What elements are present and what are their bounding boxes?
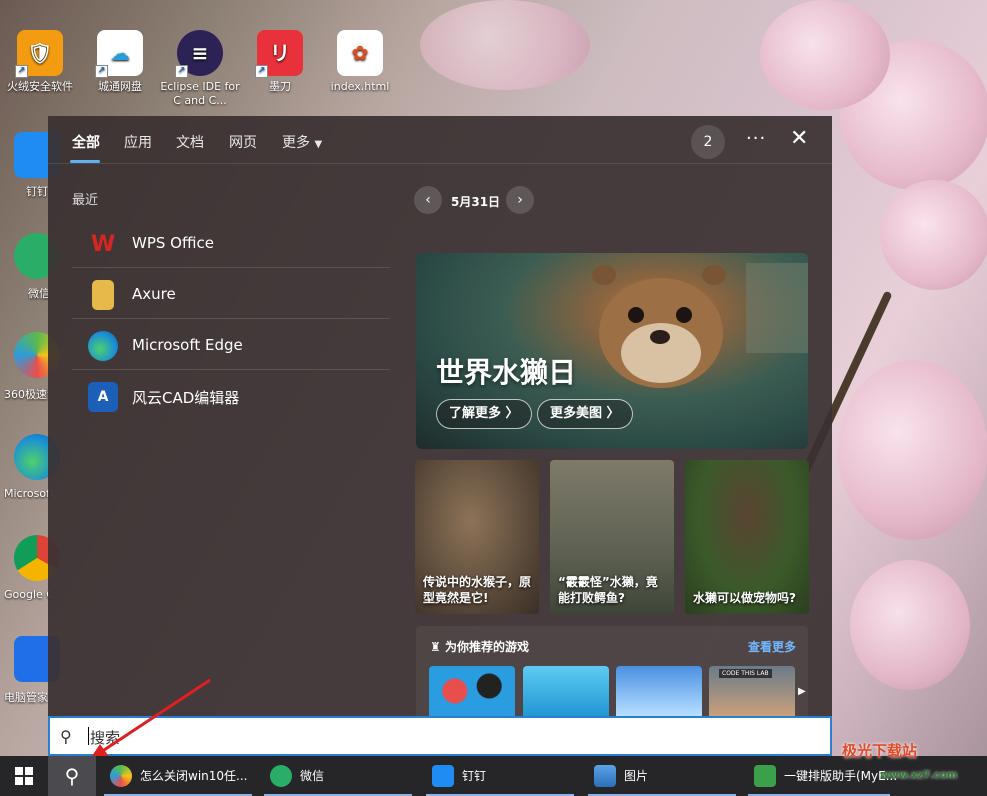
taskbar-item-wechat[interactable]: 微信 [260, 756, 416, 796]
recent-app-name: Microsoft Edge [132, 336, 243, 354]
news-card-title: “霰霰怪”水獭，竟能打败鳄鱼? [558, 575, 658, 605]
edge-icon [88, 331, 118, 361]
taskbar-item-label: 图片 [624, 769, 649, 783]
dingtalk-icon [432, 765, 454, 787]
cad-icon: A [88, 382, 118, 412]
blossom-decoration [420, 0, 590, 90]
desktop-icon-label: 墨刀 [269, 80, 291, 93]
hero-card[interactable]: 世界水獭日 了解更多 〉 更多美图 〉 [416, 253, 808, 449]
wps-icon: W [90, 231, 116, 257]
news-card[interactable]: 水獭可以做宠物吗? [685, 460, 809, 614]
blossom-decoration [880, 180, 987, 290]
blossom-decoration [838, 360, 987, 540]
news-card-title: 水獭可以做宠物吗? [693, 591, 796, 605]
taskbar-item-browser[interactable]: 怎么关闭win10任... [100, 756, 256, 796]
more-images-button[interactable]: 更多美图 〉 [537, 399, 633, 429]
recent-app-axure[interactable]: Axure [72, 269, 390, 319]
date-label: 5月31日 [451, 195, 501, 209]
modao-icon: リ ↗ [255, 30, 303, 78]
desktop-icon-label: 城通网盘 [98, 80, 142, 93]
desktop-icon-eclipse[interactable]: ≡ ↗ Eclipse IDE for C and C... [160, 30, 240, 108]
search-tabs: 全部 应用 文档 网页 更多 ▼ 2 ··· ✕ [48, 116, 832, 164]
desktop-icon-label: 360极速浏览器 [4, 388, 52, 401]
desktop-icon-label: Eclipse IDE for C and C... [160, 80, 240, 107]
close-icon[interactable]: ✕ [790, 128, 808, 150]
recent-app-wps[interactable]: W WPS Office [72, 218, 390, 268]
tab-documents[interactable]: 文档 [176, 132, 204, 152]
taskbar-search-icon[interactable]: ⚲ [48, 756, 96, 796]
desktop-icon-label: 电脑管家 [4, 691, 48, 704]
desktop-icon-label: 火绒安全软件 [7, 80, 73, 93]
rewards-badge[interactable]: 2 [691, 125, 725, 159]
taskbar-item-label: 钉钉 [462, 769, 487, 783]
desktop-icon-index-html[interactable]: ✿ index.html [320, 30, 400, 94]
desktop-icon-ctdisk[interactable]: ☁ ↗ 城通网盘 [80, 30, 160, 94]
taskbar-item-dingtalk[interactable]: 钉钉 [422, 756, 578, 796]
news-card[interactable]: 传说中的水猴子，原型竟然是它! [415, 460, 539, 614]
recent-app-name: WPS Office [132, 234, 214, 252]
games-heading: ♜ 为你推荐的游戏 [430, 638, 529, 655]
blossom-decoration [850, 560, 970, 690]
chevron-left-icon[interactable]: ‹ [414, 186, 442, 214]
chevron-right-icon[interactable]: › [506, 186, 534, 214]
taskbar-item-label: 怎么关闭win10任... [140, 769, 248, 783]
desktop-icon-huorong[interactable]: 🛡 ↗ 火绒安全软件 [0, 30, 80, 94]
photos-icon [594, 765, 616, 787]
view-more-link[interactable]: 查看更多 [748, 638, 796, 655]
gamepad-icon: ♜ [430, 640, 445, 654]
360-browser-icon [110, 765, 132, 787]
game-thumbnail[interactable] [429, 666, 515, 716]
desktop-icon-modao[interactable]: リ ↗ 墨刀 [240, 30, 320, 94]
shield-flame-icon: 🛡 ↗ [15, 30, 63, 78]
windows-start-icon[interactable] [0, 756, 48, 796]
desktop-icon-label: Microsoft Edge [4, 487, 52, 500]
recent-app-cad[interactable]: A 风云CAD编辑器 [72, 371, 390, 421]
games-heading-text: 为你推荐的游戏 [444, 640, 529, 654]
taskbar-item-photos[interactable]: 图片 [584, 756, 740, 796]
game-thumbnail[interactable] [616, 666, 702, 716]
learn-more-button[interactable]: 了解更多 〉 [436, 399, 532, 429]
news-card[interactable]: “霰霰怪”水獭，竟能打败鳄鱼? [550, 460, 674, 614]
tab-more[interactable]: 更多 ▼ [282, 132, 322, 152]
news-card-title: 传说中的水猴子，原型竟然是它! [423, 575, 532, 605]
blossom-decoration [760, 0, 890, 110]
eclipse-icon: ≡ ↗ [175, 30, 223, 78]
recent-app-name: 风云CAD编辑器 [132, 389, 240, 407]
active-tab-indicator [70, 160, 100, 163]
hero-title: 世界水獭日 [436, 356, 577, 389]
tab-more-label: 更多 [282, 135, 310, 151]
search-icon: ⚲ [60, 727, 72, 746]
game-thumbnail-label: CODE THIS LAB [719, 669, 772, 678]
tab-apps[interactable]: 应用 [124, 132, 152, 152]
taskbar-item-myeditor[interactable]: 一键排版助手(MyE... [744, 756, 897, 796]
game-thumbnail[interactable] [523, 666, 609, 716]
watermark-url: www.xz7.com [880, 770, 958, 781]
desktop-icon-label: Google Chrome [4, 588, 52, 601]
html-file-icon: ✿ [337, 30, 383, 76]
windows-logo [15, 767, 33, 785]
watermark-logo-text: 极光下载站 [842, 742, 918, 760]
chevron-right-icon[interactable]: ▶ [798, 686, 806, 697]
folder-icon [92, 280, 114, 310]
recent-app-name: Axure [132, 285, 176, 303]
chevron-down-icon: ▼ [314, 139, 323, 150]
game-thumbnail[interactable]: CODE THIS LAB [709, 666, 795, 716]
more-options-icon[interactable]: ··· [746, 128, 766, 149]
wechat-icon [270, 765, 292, 787]
search-panel: 全部 应用 文档 网页 更多 ▼ 2 ··· ✕ 最近 W WPS Office… [48, 116, 832, 716]
tab-web[interactable]: 网页 [229, 132, 257, 152]
recent-app-edge[interactable]: Microsoft Edge [72, 320, 390, 370]
recommended-games: ♜ 为你推荐的游戏 查看更多 CODE THIS LAB ▶ [416, 626, 808, 716]
taskbar: ⚲ 怎么关闭win10任... 微信 钉钉 图片 一键排版助手(MyE... [0, 756, 987, 796]
myeditor-icon [754, 765, 776, 787]
taskbar-item-label: 微信 [300, 769, 325, 783]
recent-heading: 最近 [72, 193, 99, 208]
tab-all[interactable]: 全部 [72, 132, 100, 152]
cloud-drive-icon: ☁ ↗ [95, 30, 143, 78]
desktop-icon-label: index.html [330, 80, 390, 93]
